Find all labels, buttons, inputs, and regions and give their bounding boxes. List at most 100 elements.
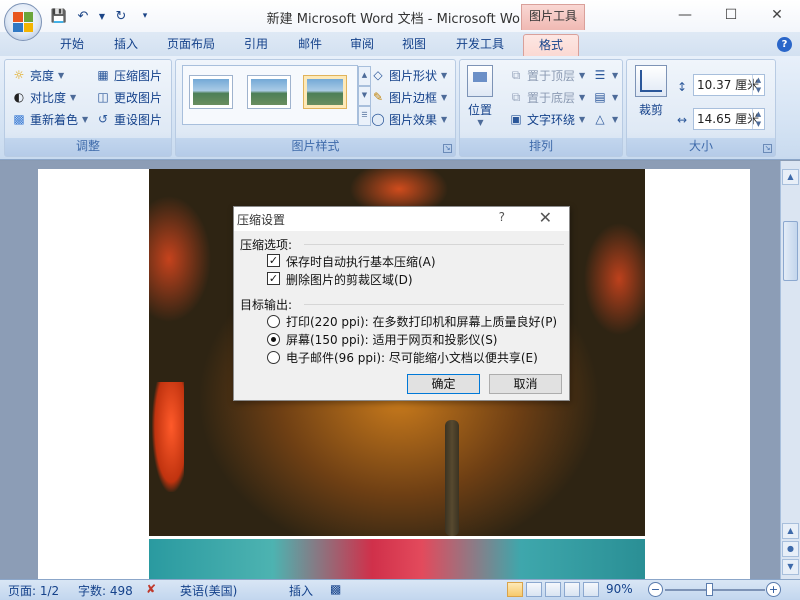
- group-picture-styles-label: 图片样式: [176, 138, 455, 156]
- send-back-icon: ⧉: [511, 89, 521, 104]
- prev-page-icon[interactable]: ▲: [782, 523, 799, 539]
- tab-references[interactable]: 引用: [236, 34, 276, 56]
- picture-tools-header: 图片工具: [521, 4, 585, 30]
- help-icon[interactable]: ?: [777, 37, 792, 52]
- tab-page-layout[interactable]: 页面布局: [160, 34, 222, 56]
- delete-crop-checkbox[interactable]: ✓: [267, 272, 280, 285]
- recolor-button[interactable]: ▩ 重新着色 ▼: [11, 109, 88, 129]
- width-spinner[interactable]: ▲ ▼: [752, 109, 764, 129]
- window-controls: — ☐ ✕: [662, 0, 800, 30]
- group-arrange: 位置 ▼ ⧉ 置于顶层 ▼ ⧉ 置于底层 ▼ ▣ 文字环绕 ▼ ☰ ▼ ▤ ▼ △ ▼ 排列: [459, 59, 623, 157]
- zoom-slider[interactable]: [665, 589, 765, 591]
- macro-icon[interactable]: ▩: [330, 582, 341, 596]
- print-radio[interactable]: [267, 315, 280, 328]
- dialog-launcher-icon[interactable]: ↘: [443, 144, 452, 153]
- insert-mode[interactable]: 插入: [289, 582, 313, 599]
- position-button[interactable]: 位置 ▼: [467, 65, 493, 127]
- picture-effects-button[interactable]: ◯ 图片效果 ▼: [370, 109, 447, 129]
- border-pen-icon: ✎: [372, 90, 384, 104]
- align-button[interactable]: ☰ ▼: [592, 65, 619, 85]
- dialog-close-icon[interactable]: ✕: [539, 208, 552, 227]
- minimize-icon[interactable]: —: [662, 0, 708, 30]
- brightness-label: 亮度: [30, 68, 55, 83]
- tab-review[interactable]: 审阅: [342, 34, 382, 56]
- crop-icon: [635, 65, 667, 97]
- height-spinner[interactable]: ▲ ▼: [752, 75, 764, 95]
- send-to-back-button[interactable]: ⧉ 置于底层 ▼: [508, 87, 585, 107]
- cancel-button[interactable]: 取消: [489, 374, 562, 394]
- language-status[interactable]: 英语(美国): [180, 582, 237, 599]
- style-thumb[interactable]: [189, 75, 233, 109]
- picture-shape-label: 图片形状: [389, 68, 438, 83]
- group-adjust: ☼ 亮度 ▼ ◐ 对比度 ▼ ▩ 重新着色 ▼ ▦ 压缩图片 ◫ 更改图片 ↺ 重设图…: [4, 59, 172, 157]
- style-thumb-selected[interactable]: [303, 75, 347, 109]
- reset-picture-button[interactable]: ↺ 重设图片: [95, 109, 162, 129]
- close-icon[interactable]: ✕: [754, 0, 800, 30]
- height-value: 10.37 厘米: [697, 78, 760, 92]
- tab-view[interactable]: 视图: [394, 34, 434, 56]
- size-launcher-icon[interactable]: ↘: [763, 144, 772, 153]
- zoom-slider-handle[interactable]: [706, 583, 713, 596]
- vertical-scrollbar[interactable]: ▲ ▲ ● ▼: [780, 161, 800, 579]
- delete-crop-label[interactable]: 删除图片的剪裁区域(D): [286, 271, 413, 288]
- align-icon: ☰: [594, 68, 606, 82]
- draft-view-icon[interactable]: [583, 582, 599, 597]
- ok-button[interactable]: 确定: [407, 374, 480, 394]
- compress-options-heading: 压缩选项:: [240, 238, 293, 252]
- office-button[interactable]: [4, 3, 42, 41]
- tab-developer[interactable]: 开发工具: [449, 34, 511, 56]
- status-bar: 页面: 1/2 字数: 498 ✘ 英语(美国) 插入 ▩ 90% − +: [0, 579, 800, 600]
- bring-to-front-button[interactable]: ⧉ 置于顶层 ▼: [508, 65, 585, 85]
- page-count[interactable]: 页面: 1/2: [8, 582, 59, 599]
- maximize-icon[interactable]: ☐: [708, 0, 754, 30]
- zoom-out-icon[interactable]: −: [648, 582, 663, 597]
- picture-style-gallery[interactable]: ▲ ▼ ☰: [182, 65, 371, 126]
- text-wrap-icon: ▣: [510, 112, 522, 126]
- recolor-icon: ▩: [13, 112, 25, 126]
- picture-effects-label: 图片效果: [389, 112, 438, 127]
- picture-border-button[interactable]: ✎ 图片边框 ▼: [370, 87, 447, 107]
- scroll-up-icon[interactable]: ▲: [782, 169, 799, 185]
- zoom-in-icon[interactable]: +: [766, 582, 781, 597]
- web-layout-view-icon[interactable]: [545, 582, 561, 597]
- word-count[interactable]: 字数: 498: [78, 582, 133, 599]
- scroll-thumb[interactable]: [783, 221, 798, 281]
- contrast-button[interactable]: ◐ 对比度 ▼: [11, 87, 76, 107]
- browse-object-icon[interactable]: ●: [782, 541, 799, 557]
- zoom-level[interactable]: 90%: [606, 582, 633, 596]
- title-bar: 💾 ↶ ▼ ↻ ▾ 新建 Microsoft Word 文档 - Microso…: [0, 0, 800, 41]
- rotate-icon: △: [595, 112, 605, 126]
- proofing-icon[interactable]: ✘: [146, 582, 156, 596]
- tab-insert[interactable]: 插入: [106, 34, 146, 56]
- full-screen-view-icon[interactable]: [526, 582, 542, 597]
- auto-compress-checkbox[interactable]: ✓: [267, 254, 280, 267]
- style-thumb[interactable]: [247, 75, 291, 109]
- send-back-label: 置于底层: [527, 90, 576, 105]
- next-page-icon[interactable]: ▼: [782, 559, 799, 575]
- dialog-help-icon[interactable]: ?: [499, 210, 505, 224]
- screen-radio[interactable]: [267, 333, 280, 346]
- change-picture-button[interactable]: ◫ 更改图片: [95, 87, 162, 107]
- group-objects-button[interactable]: ▤ ▼: [592, 87, 618, 107]
- tab-format[interactable]: 格式: [523, 34, 579, 56]
- height-input[interactable]: 10.37 厘米 ▲ ▼: [693, 74, 765, 96]
- width-input[interactable]: 14.65 厘米 ▲ ▼: [693, 108, 765, 130]
- tab-mailings[interactable]: 邮件: [290, 34, 330, 56]
- outline-view-icon[interactable]: [564, 582, 580, 597]
- rotate-button[interactable]: △ ▼: [592, 109, 618, 129]
- crop-button[interactable]: 裁剪: [635, 65, 667, 118]
- tab-home[interactable]: 开始: [52, 34, 92, 56]
- tulip-photo-2[interactable]: [149, 539, 645, 579]
- screen-label[interactable]: 屏幕(150 ppi): 适用于网页和投影仪(S): [286, 331, 498, 348]
- email-radio[interactable]: [267, 351, 280, 364]
- compress-pictures-button[interactable]: ▦ 压缩图片: [95, 65, 162, 85]
- text-wrap-button[interactable]: ▣ 文字环绕 ▼: [508, 109, 585, 129]
- picture-shape-button[interactable]: ◇ 图片形状 ▼: [370, 65, 447, 85]
- width-icon: ↔: [677, 113, 688, 127]
- email-label[interactable]: 电子邮件(96 ppi): 尽可能缩小文档以便共享(E): [286, 349, 538, 366]
- position-icon: [467, 65, 493, 97]
- auto-compress-label[interactable]: 保存时自动执行基本压缩(A): [286, 253, 436, 270]
- print-label[interactable]: 打印(220 ppi): 在多数打印机和屏幕上质量良好(P): [286, 313, 557, 330]
- brightness-button[interactable]: ☼ 亮度 ▼: [11, 65, 65, 85]
- print-layout-view-icon[interactable]: [507, 582, 523, 597]
